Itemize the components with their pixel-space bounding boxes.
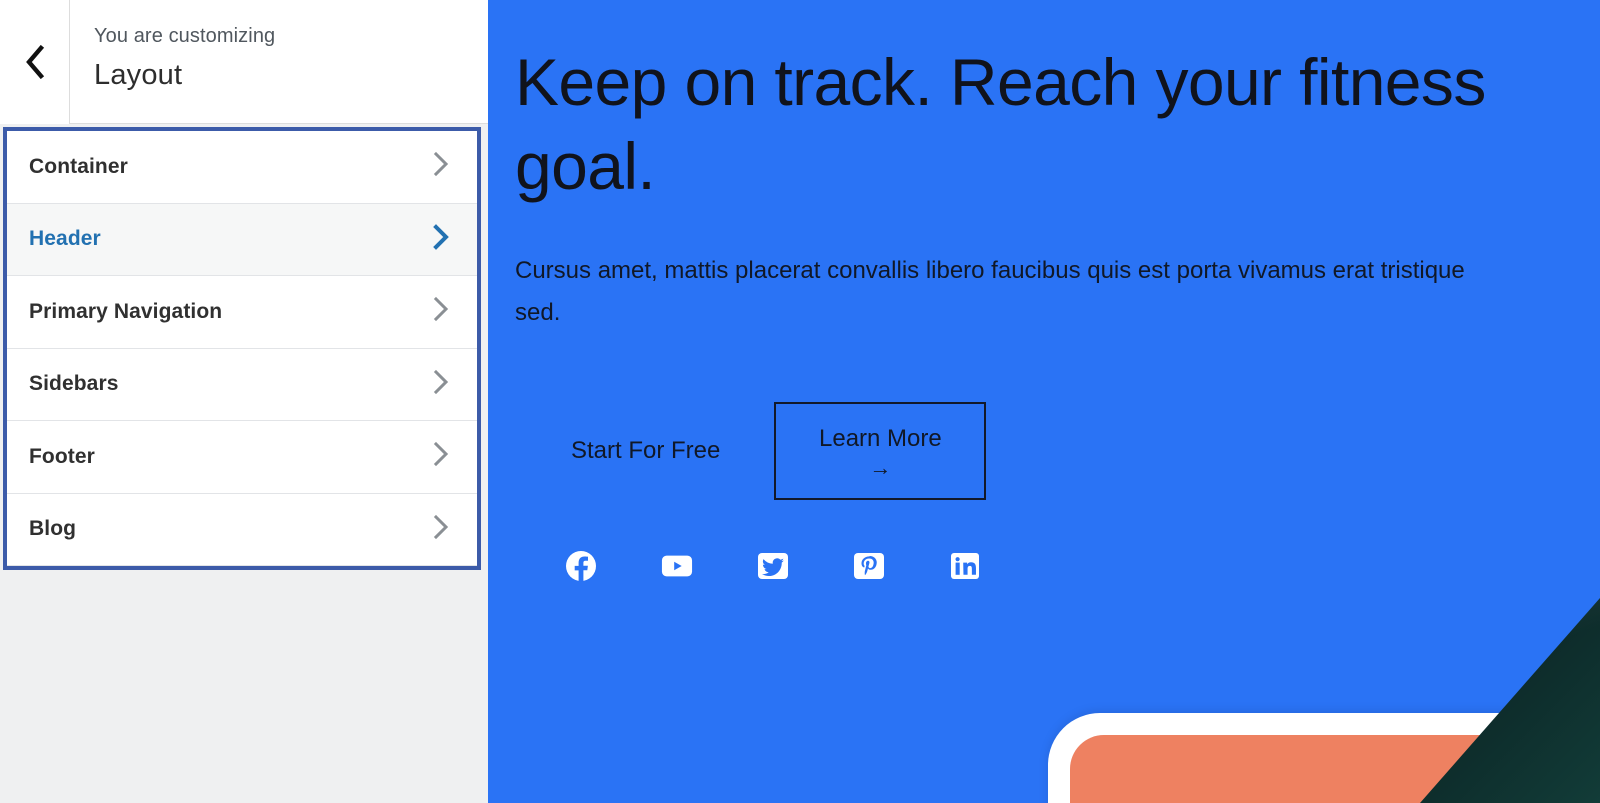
sidebar-item-label: Footer: [29, 444, 95, 468]
sidebar-item-header[interactable]: Header: [7, 203, 477, 276]
sidebar-item-label: Container: [29, 154, 128, 178]
pinterest-icon[interactable]: [853, 550, 885, 582]
twitter-icon[interactable]: [757, 550, 789, 582]
back-button[interactable]: [0, 0, 70, 124]
learn-more-button[interactable]: Learn More →: [774, 402, 987, 500]
sidebar-item-label: Sidebars: [29, 372, 119, 396]
panel-header-titles: You are customizing Layout: [70, 0, 275, 96]
site-preview[interactable]: Keep on track. Reach your fitness goal. …: [488, 0, 1600, 803]
start-for-free-button[interactable]: Start For Free: [569, 431, 722, 471]
sidebar-item-footer[interactable]: Footer: [7, 421, 477, 494]
hero-section: Keep on track. Reach your fitness goal. …: [488, 0, 1600, 582]
section-list: Container Header Primary Navigation Side…: [3, 127, 481, 570]
sidebar-item-container[interactable]: Container: [7, 131, 477, 204]
sidebar-item-blog[interactable]: Blog: [7, 493, 477, 566]
sidebar-item-sidebars[interactable]: Sidebars: [7, 348, 477, 421]
back-chevron-icon: [23, 45, 47, 79]
sidebar-item-label: Primary Navigation: [29, 299, 223, 323]
chevron-right-icon: [431, 440, 451, 473]
chevron-right-icon: [431, 513, 451, 546]
hero-cta-row: Start For Free Learn More →: [515, 402, 1556, 500]
chevron-right-icon: [431, 368, 451, 401]
hero-title: Keep on track. Reach your fitness goal.: [515, 45, 1486, 203]
corner-decoration-highlight: [1420, 598, 1600, 803]
hero-subtitle: Cursus amet, mattis placerat convallis l…: [515, 257, 1465, 326]
chevron-right-icon: [431, 150, 451, 183]
page-title: Layout: [94, 59, 183, 91]
panel-header: You are customizing Layout: [0, 0, 488, 124]
sidebar-item-label: Header: [29, 227, 101, 251]
learn-more-label: Learn More: [819, 425, 942, 452]
arrow-right-icon: →: [869, 455, 892, 480]
sidebar-item-primary-navigation[interactable]: Primary Navigation: [7, 276, 477, 349]
chevron-right-icon: [431, 223, 451, 256]
customizer-sidebar: You are customizing Layout Container Hea…: [0, 0, 488, 803]
customizing-eyebrow: You are customizing: [94, 25, 276, 47]
linkedin-icon[interactable]: [949, 550, 981, 582]
sidebar-item-label: Blog: [29, 517, 77, 541]
facebook-icon[interactable]: [565, 550, 597, 582]
customizer-screen: You are customizing Layout Container Hea…: [0, 0, 1600, 803]
youtube-icon[interactable]: [661, 550, 693, 582]
chevron-right-icon: [431, 295, 451, 328]
social-links: [515, 550, 1556, 582]
